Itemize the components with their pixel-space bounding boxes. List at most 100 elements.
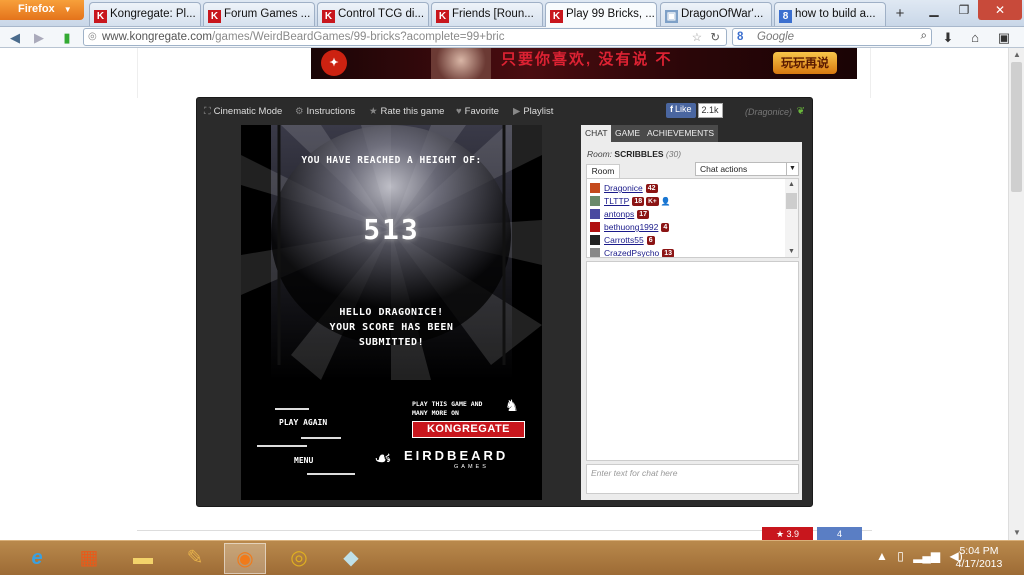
tab-kongregate[interactable]: K Kongregate: Pl... xyxy=(89,2,201,26)
tab-title: how to build a... xyxy=(795,8,876,20)
facebook-like-widget[interactable]: f Like 2.1k xyxy=(666,103,723,119)
menu-button[interactable]: MENU xyxy=(294,456,313,465)
scroll-down-icon[interactable]: ▼ xyxy=(785,246,798,257)
minimize-button[interactable]: ▁ xyxy=(920,0,948,20)
play-again-button[interactable]: PLAY AGAIN xyxy=(279,418,327,427)
scroll-up-icon[interactable]: ▲ xyxy=(1009,48,1024,62)
avatar xyxy=(590,196,600,206)
firefox-icon[interactable]: ◉ xyxy=(224,543,266,574)
chat-actions-dropdown[interactable]: Chat actions ▼ xyxy=(695,162,799,176)
beard-logo-icon: ☙ xyxy=(374,448,392,470)
instructions-button[interactable]: ⚙ Instructions xyxy=(295,106,355,117)
kongregate-logo: KONGREGATE xyxy=(412,421,525,438)
user-row[interactable]: TLTTP 18 K+ 👤 xyxy=(590,195,671,207)
room-label: Room: xyxy=(587,149,613,159)
scroll-up-icon[interactable]: ▲ xyxy=(785,179,798,190)
tab-control-tcg[interactable]: K Control TCG di... xyxy=(317,2,429,26)
username[interactable]: CrazedPsycho xyxy=(604,248,659,257)
user-row[interactable]: Dragonice 42 xyxy=(590,182,658,194)
show-hidden-icons-icon[interactable]: ▲ xyxy=(876,549,888,563)
username[interactable]: TLTTP xyxy=(604,196,629,206)
scroll-down-icon[interactable]: ▼ xyxy=(1009,526,1024,540)
share-button[interactable]: 4 xyxy=(817,527,862,540)
download-icon[interactable]: ⬇ xyxy=(940,29,956,46)
level-badge: 42 xyxy=(645,184,658,193)
battery-icon[interactable]: ▯ xyxy=(897,549,904,563)
url-bar[interactable]: ◎ www.kongregate.com/games/WeirdBeardGam… xyxy=(83,28,727,46)
forward-arrow-icon[interactable]: ▶ xyxy=(30,29,48,46)
favorite-button[interactable]: ♥ Favorite xyxy=(456,106,499,117)
user-row[interactable]: bethuong1992 4 xyxy=(590,221,670,233)
game-canvas[interactable]: YOU HAVE REACHED A HEIGHT OF: 513 HELLO … xyxy=(241,125,542,500)
avatar xyxy=(590,248,600,257)
tab-achievements[interactable]: ACHIEVEMENTS xyxy=(643,125,719,142)
tab-title: Forum Games ... xyxy=(224,8,311,20)
submitted-line: SUBMITTED! xyxy=(358,337,425,348)
firefox-menu-button[interactable]: Firefox ▼ xyxy=(0,0,84,20)
person-icon: 👤 xyxy=(660,197,671,206)
tab-dragonofwar[interactable]: ▣ DragonOfWar'... xyxy=(660,2,772,26)
username[interactable]: antonps xyxy=(604,209,634,219)
tab-friends[interactable]: K Friends [Roun... xyxy=(431,2,543,26)
kongregate-favicon-icon: K xyxy=(322,10,335,23)
facebook-like-button[interactable]: f Like xyxy=(666,103,696,118)
clock-date: 4/17/2013 xyxy=(955,558,1003,570)
ad-play-button[interactable]: 玩玩再说 xyxy=(773,52,837,74)
store-icon[interactable]: ▦ xyxy=(68,543,110,574)
page-scrollbar[interactable]: ▲ ▼ xyxy=(1008,48,1024,540)
user-row[interactable]: CrazedPsycho 13 xyxy=(590,247,675,257)
kplus-badge: K+ xyxy=(646,197,659,206)
close-window-button[interactable]: ✕ xyxy=(978,0,1022,20)
tab-chat[interactable]: CHAT xyxy=(581,125,612,142)
user-list: Dragonice 42 TLTTP 18 K+ 👤 antonps 17 bethuon… xyxy=(586,178,799,258)
search-magnifier-icon[interactable]: ⌕ xyxy=(921,30,927,43)
level-badge: 13 xyxy=(662,249,675,257)
new-tab-button[interactable]: + xyxy=(888,3,912,25)
advertisement-banner[interactable]: ✦ 只要你喜欢, 没有说 不 玩玩再说 xyxy=(311,48,857,79)
chat-messages xyxy=(586,261,799,461)
tab-how-to-build[interactable]: 8 how to build a... xyxy=(774,2,886,26)
username[interactable]: bethuong1992 xyxy=(604,222,658,232)
home-icon[interactable]: ⌂ xyxy=(966,29,984,46)
paint-icon[interactable]: ✎ xyxy=(174,543,216,574)
navigation-bar: ◀ ▶ ▮ ◎ www.kongregate.com/games/WeirdBe… xyxy=(0,27,1024,48)
file-explorer-icon[interactable]: ▬ xyxy=(122,543,164,574)
scroll-thumb[interactable] xyxy=(1011,62,1022,192)
user-row[interactable]: antonps 17 xyxy=(590,208,650,220)
ad-logo-icon: ✦ xyxy=(321,50,347,76)
internet-explorer-icon[interactable]: e xyxy=(16,543,58,574)
reload-icon[interactable]: ↻ xyxy=(710,30,720,44)
tab-play-99-bricks[interactable]: K Play 99 Bricks, ... xyxy=(545,2,657,27)
cinematic-mode-button[interactable]: ⛶ Cinematic Mode xyxy=(204,106,282,117)
kongregate-promo[interactable]: PLAY THIS GAME AND MANY MORE ON KONGREGA… xyxy=(412,398,527,438)
maximize-button[interactable]: ❐ xyxy=(950,0,978,20)
ad-text: 只要你喜欢, 没有说 不 xyxy=(501,51,673,68)
username[interactable]: Dragonice xyxy=(604,183,643,193)
facebook-icon: f xyxy=(670,104,673,114)
leaf-icon: ❦ xyxy=(796,106,805,117)
back-arrow-icon[interactable]: ◀ xyxy=(6,29,24,46)
user-list-scrollbar[interactable]: ▲ ▼ xyxy=(785,179,798,257)
share-rating-button[interactable]: ★ 3.9 xyxy=(762,527,813,540)
room-tab[interactable]: Room xyxy=(586,164,620,178)
bookmark-star-icon[interactable]: ☆ xyxy=(692,30,702,44)
scroll-thumb[interactable] xyxy=(786,193,797,209)
system-clock[interactable]: 5:04 PM 4/17/2013 xyxy=(944,545,1014,571)
page-content: ✦ 只要你喜欢, 没有说 不 玩玩再说 ⛶ Cinematic Mode ⚙ Ins… xyxy=(0,48,1008,540)
tab-game[interactable]: GAME xyxy=(611,125,645,142)
tab-forum-games[interactable]: K Forum Games ... xyxy=(203,2,315,26)
user-row[interactable]: Carrotts55 6 xyxy=(590,234,655,246)
kongregate-favicon-icon: K xyxy=(208,10,221,23)
playlist-button[interactable]: ▶ Playlist xyxy=(513,106,553,117)
height-reached-text: YOU HAVE REACHED A HEIGHT OF: xyxy=(301,155,482,166)
username-tag[interactable]: (Dragonice) xyxy=(745,107,792,117)
search-input[interactable]: 8 Google ⌕ xyxy=(732,28,932,46)
chrome-icon[interactable]: ◎ xyxy=(278,543,320,574)
chat-input[interactable]: Enter text for chat here xyxy=(586,464,799,494)
network-icon[interactable]: ▂▄▆ xyxy=(913,549,940,563)
cinematic-label: Cinematic Mode xyxy=(213,106,283,117)
rate-game-button[interactable]: ★ Rate this game xyxy=(369,106,444,117)
username[interactable]: Carrotts55 xyxy=(604,235,644,245)
addon-menu-icon[interactable]: ▣ xyxy=(992,29,1016,46)
app-icon[interactable]: ◆ xyxy=(330,543,372,574)
